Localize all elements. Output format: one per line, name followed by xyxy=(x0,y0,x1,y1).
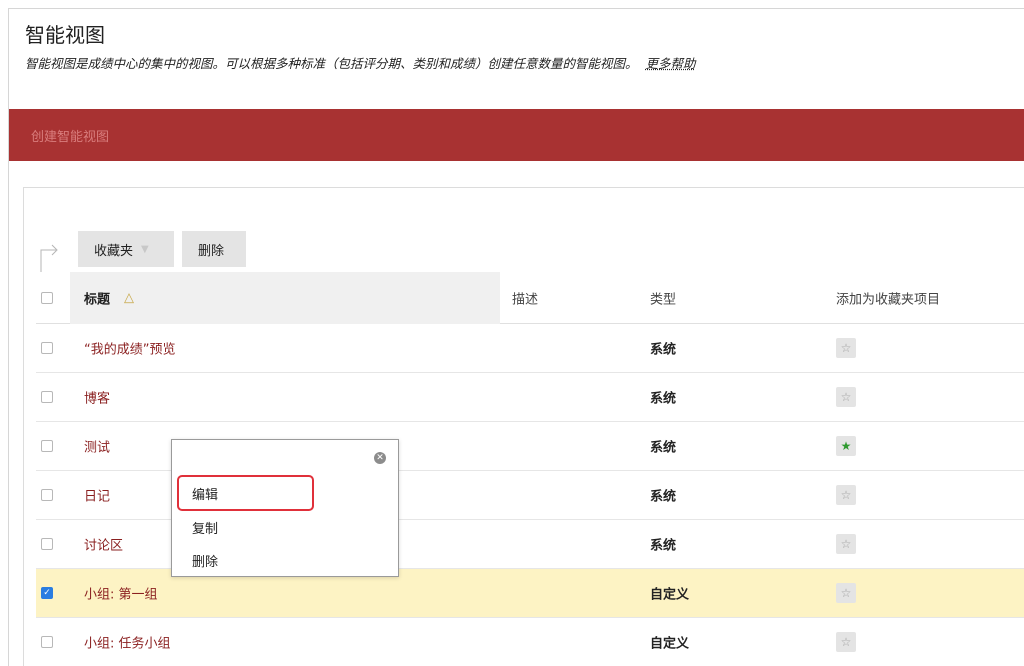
column-header-description[interactable]: 描述 xyxy=(512,288,538,307)
row-title-link[interactable]: 小组: 第一组 xyxy=(84,584,158,603)
row-title-link[interactable]: 小组: 任务小组 xyxy=(84,633,171,652)
table-row: 小组: 任务小组 自定义 ☆ xyxy=(36,618,1024,666)
title-header-background xyxy=(70,272,500,324)
row-type: 系统 xyxy=(650,489,677,505)
row-checkbox[interactable] xyxy=(41,636,53,648)
star-icon[interactable]: ☆ xyxy=(836,338,856,358)
create-smart-view-link[interactable]: 创建智能视图 xyxy=(31,126,109,145)
row-title-link[interactable]: 博客 xyxy=(84,388,110,407)
row-title-link[interactable]: 测试 xyxy=(84,437,110,456)
star-icon[interactable]: ☆ xyxy=(836,387,856,407)
menu-item-edit[interactable]: 编辑 xyxy=(192,484,218,503)
row-checkbox[interactable] xyxy=(41,342,53,354)
star-icon[interactable]: ☆ xyxy=(836,583,856,603)
column-header-type[interactable]: 类型 xyxy=(650,288,676,307)
row-type: 自定义 xyxy=(650,587,690,603)
row-title-link[interactable]: 讨论区 xyxy=(84,535,123,554)
more-help-link[interactable]: 更多帮助 xyxy=(646,56,696,71)
table-row: 博客 系统 ☆ xyxy=(36,373,1024,422)
page-description-text: 智能视图是成绩中心的集中的视图。可以根据多种标准（包括评分期、类别和成绩）创建任… xyxy=(25,56,638,71)
menu-item-copy[interactable]: 复制 xyxy=(192,518,218,537)
menu-item-delete[interactable]: 删除 xyxy=(192,551,218,570)
column-header-favorite: 添加为收藏夹项目 xyxy=(836,292,941,307)
select-all-checkbox[interactable] xyxy=(41,291,53,304)
star-icon[interactable]: ☆ xyxy=(836,485,856,505)
row-checkbox[interactable] xyxy=(41,538,53,550)
star-icon[interactable]: ☆ xyxy=(836,534,856,554)
row-checkbox-checked[interactable]: ✓ xyxy=(41,587,53,599)
page-title: 智能视图 xyxy=(25,23,105,47)
column-header-title[interactable]: 标题 xyxy=(84,288,110,307)
row-title-link[interactable]: 日记 xyxy=(84,486,110,505)
favorites-button-label: 收藏夹 xyxy=(94,243,134,259)
row-checkbox[interactable] xyxy=(41,489,53,501)
delete-button[interactable]: 删除 xyxy=(182,231,246,267)
row-title-link[interactable]: “我的成绩”预览 xyxy=(84,339,175,358)
table-header: 标题 △ 描述 类型 添加为收藏夹项目 xyxy=(36,272,1024,324)
row-checkbox[interactable] xyxy=(41,440,53,452)
row-type: 自定义 xyxy=(650,636,690,652)
delete-button-label: 删除 xyxy=(198,243,225,259)
chevron-down-icon: ▼ xyxy=(141,243,149,255)
row-type: 系统 xyxy=(650,440,677,456)
row-type: 系统 xyxy=(650,538,677,554)
bulk-action-arrow-icon xyxy=(40,244,58,272)
row-type: 系统 xyxy=(650,342,677,358)
star-filled-icon[interactable]: ★ xyxy=(836,436,856,456)
sort-ascending-icon[interactable]: △ xyxy=(124,290,134,305)
row-type: 系统 xyxy=(650,391,677,407)
action-bar: 创建智能视图 xyxy=(9,109,1024,161)
row-checkbox[interactable] xyxy=(41,391,53,403)
favorites-button[interactable]: 收藏夹 ▼ xyxy=(78,231,174,267)
page-description: 智能视图是成绩中心的集中的视图。可以根据多种标准（包括评分期、类别和成绩）创建任… xyxy=(25,53,696,72)
close-icon[interactable]: ✕ xyxy=(374,452,386,464)
star-icon[interactable]: ☆ xyxy=(836,632,856,652)
context-menu: ✕ 编辑 复制 删除 xyxy=(171,439,399,577)
table-row: “我的成绩”预览 系统 ☆ xyxy=(36,324,1024,373)
